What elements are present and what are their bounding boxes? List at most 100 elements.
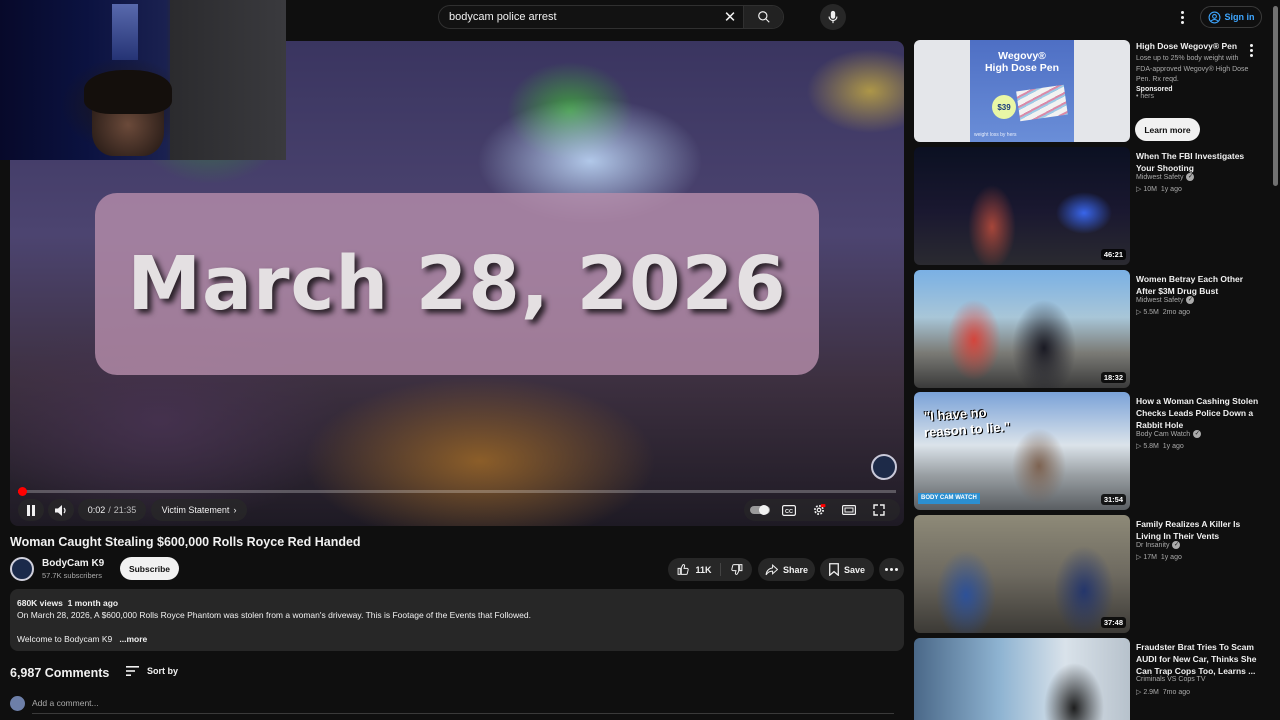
video-title[interactable]: Women Betray Each Other After $3M Drug B… [1136,273,1264,297]
ad-menu-button[interactable] [1250,44,1253,57]
theater-icon [842,505,856,515]
upload-age: 2mo ago [1162,309,1191,316]
upload-age: 7mo ago [1162,689,1191,696]
video-duration: 46:21 [1100,249,1126,260]
subscribe-button[interactable]: Subscribe [120,557,179,580]
share-label: Share [782,564,808,575]
channel-name[interactable]: Midwest Safety [1136,297,1183,304]
subscriber-count: 57.7K subscribers [42,571,103,580]
more-actions-button[interactable] [879,558,904,581]
recommended-video[interactable]: Fraudster Brat Tries To Scam AUDI for Ne… [914,638,1270,720]
recommended-video[interactable]: 18:32 Women Betray Each Other After $3M … [914,270,1270,388]
autoplay-toggle[interactable] [750,502,770,518]
verified-icon: ✓ [1186,296,1195,304]
description-meta: 680K views 1 month ago [17,597,897,609]
channel-name[interactable]: Criminals VS Cops TV [1136,676,1206,683]
chapter-button[interactable]: Victim Statement › [151,499,247,521]
like-count: 11K [695,564,712,575]
channel-name[interactable]: Dr Insanity [1136,542,1169,549]
ad-body: Lose up to 25% body weight with FDA-appr… [1136,55,1249,83]
search-button[interactable] [743,6,783,28]
dot [895,568,898,571]
gear-icon [814,504,826,515]
dot [1250,44,1253,47]
channel-name[interactable]: BodyCam K9 [42,558,104,569]
channel-watermark[interactable] [871,454,897,480]
volume-icon [55,504,66,516]
upload-age: 1y ago [1162,443,1184,450]
progress-bar[interactable] [17,487,896,496]
video-duration: 37:48 [1100,617,1126,628]
ad-thumbnail[interactable]: Wegovy® High Dose Pen $39 weight loss by… [914,40,1130,142]
dot [885,568,888,571]
search-icon [757,11,770,23]
recommended-video[interactable]: 37:48 Family Realizes A Killer Is Living… [914,515,1270,633]
video-thumbnail[interactable]: 18:32 [914,270,1130,388]
recommended-video[interactable]: "I have no reason to lie." BODY CAM WATC… [914,392,1270,510]
description-line-2: Welcome to Bodycam K9 [17,634,113,644]
view-count: 680K views [17,598,63,608]
dislike-button[interactable] [726,563,743,576]
save-button[interactable]: Save [820,558,874,581]
mute-button[interactable] [48,499,74,521]
learn-more-button[interactable]: Learn more [1135,118,1200,141]
video-thumbnail[interactable] [914,638,1130,720]
sort-label: Sort by [147,666,179,676]
ad-title[interactable]: High Dose Wegovy® Pen [1136,41,1256,52]
bookmark-icon [829,563,839,576]
channel-name[interactable]: Body Cam Watch [1136,431,1190,438]
page-scrollbar[interactable] [1272,0,1280,720]
upload-age: 1y ago [1160,186,1182,193]
time-separator: / [108,505,111,515]
fullscreen-button[interactable] [870,502,888,518]
video-title[interactable]: How a Woman Cashing Stolen Checks Leads … [1136,395,1264,431]
add-comment-input[interactable]: Add a comment... [32,698,894,714]
cam-person-hair [84,70,172,114]
search-box[interactable]: bodycam police arrest ✕ [438,5,784,29]
channel-line: Midwest Safety ✓ [1136,173,1195,181]
theater-mode-button[interactable] [840,502,858,518]
share-button[interactable]: Share [758,558,815,581]
view-count: 5.8M [1143,443,1159,450]
scrubber-handle[interactable] [17,487,27,496]
captions-button[interactable]: CC [780,502,798,518]
video-thumbnail[interactable]: 37:48 [914,515,1130,633]
description-box[interactable]: 680K views 1 month ago On March 28, 2026… [10,589,904,651]
ad-price-badge: $39 [992,95,1016,119]
view-count: 2.9M [1143,689,1159,696]
like-button[interactable]: 11K [677,563,721,576]
pause-button[interactable] [18,499,44,521]
search-input[interactable]: bodycam police arrest [439,11,717,23]
video-date-overlay: March 28, 2026 [95,193,819,375]
channel-avatar[interactable] [10,557,34,581]
video-thumbnail[interactable]: "I have no reason to lie." BODY CAM WATC… [914,392,1130,510]
dot [1180,10,1184,14]
sort-comments-button[interactable]: Sort by [126,666,178,676]
verified-icon: ✓ [1193,430,1202,438]
voice-search-button[interactable] [820,4,846,30]
channel-name[interactable]: Midwest Safety [1136,174,1183,181]
chapter-title: Victim Statement [161,505,230,515]
video-title[interactable]: Family Realizes A Killer Is Living In Th… [1136,518,1264,542]
settings-menu-button[interactable] [1174,8,1190,26]
video-title: Woman Caught Stealing $600,000 Rolls Roy… [10,535,361,549]
show-more-link[interactable]: ...more [119,634,147,644]
settings-button[interactable] [810,502,828,518]
dot [1250,54,1253,57]
ad-product-pack: Wegovy® High Dose Pen $39 weight loss by… [970,40,1074,142]
user-avatar [10,696,25,711]
video-thumbnail[interactable]: 46:21 [914,147,1130,265]
svg-text:CC: CC [785,509,793,515]
account-icon [1208,11,1220,23]
ad-sponsor-line: Sponsored • hers [1136,86,1173,100]
recommended-video[interactable]: 46:21 When The FBI Investigates Your Sho… [914,147,1270,265]
sign-in-button[interactable]: Sign in [1200,6,1262,28]
fullscreen-icon [873,504,885,516]
video-title[interactable]: Fraudster Brat Tries To Scam AUDI for Ne… [1136,641,1264,677]
scrollbar-thumb[interactable] [1273,6,1278,186]
time-display: 0:02 / 21:35 [78,499,146,521]
verified-icon: ✓ [1172,541,1181,549]
video-title[interactable]: When The FBI Investigates Your Shooting [1136,150,1264,174]
clear-search-icon[interactable]: ✕ [717,8,743,26]
